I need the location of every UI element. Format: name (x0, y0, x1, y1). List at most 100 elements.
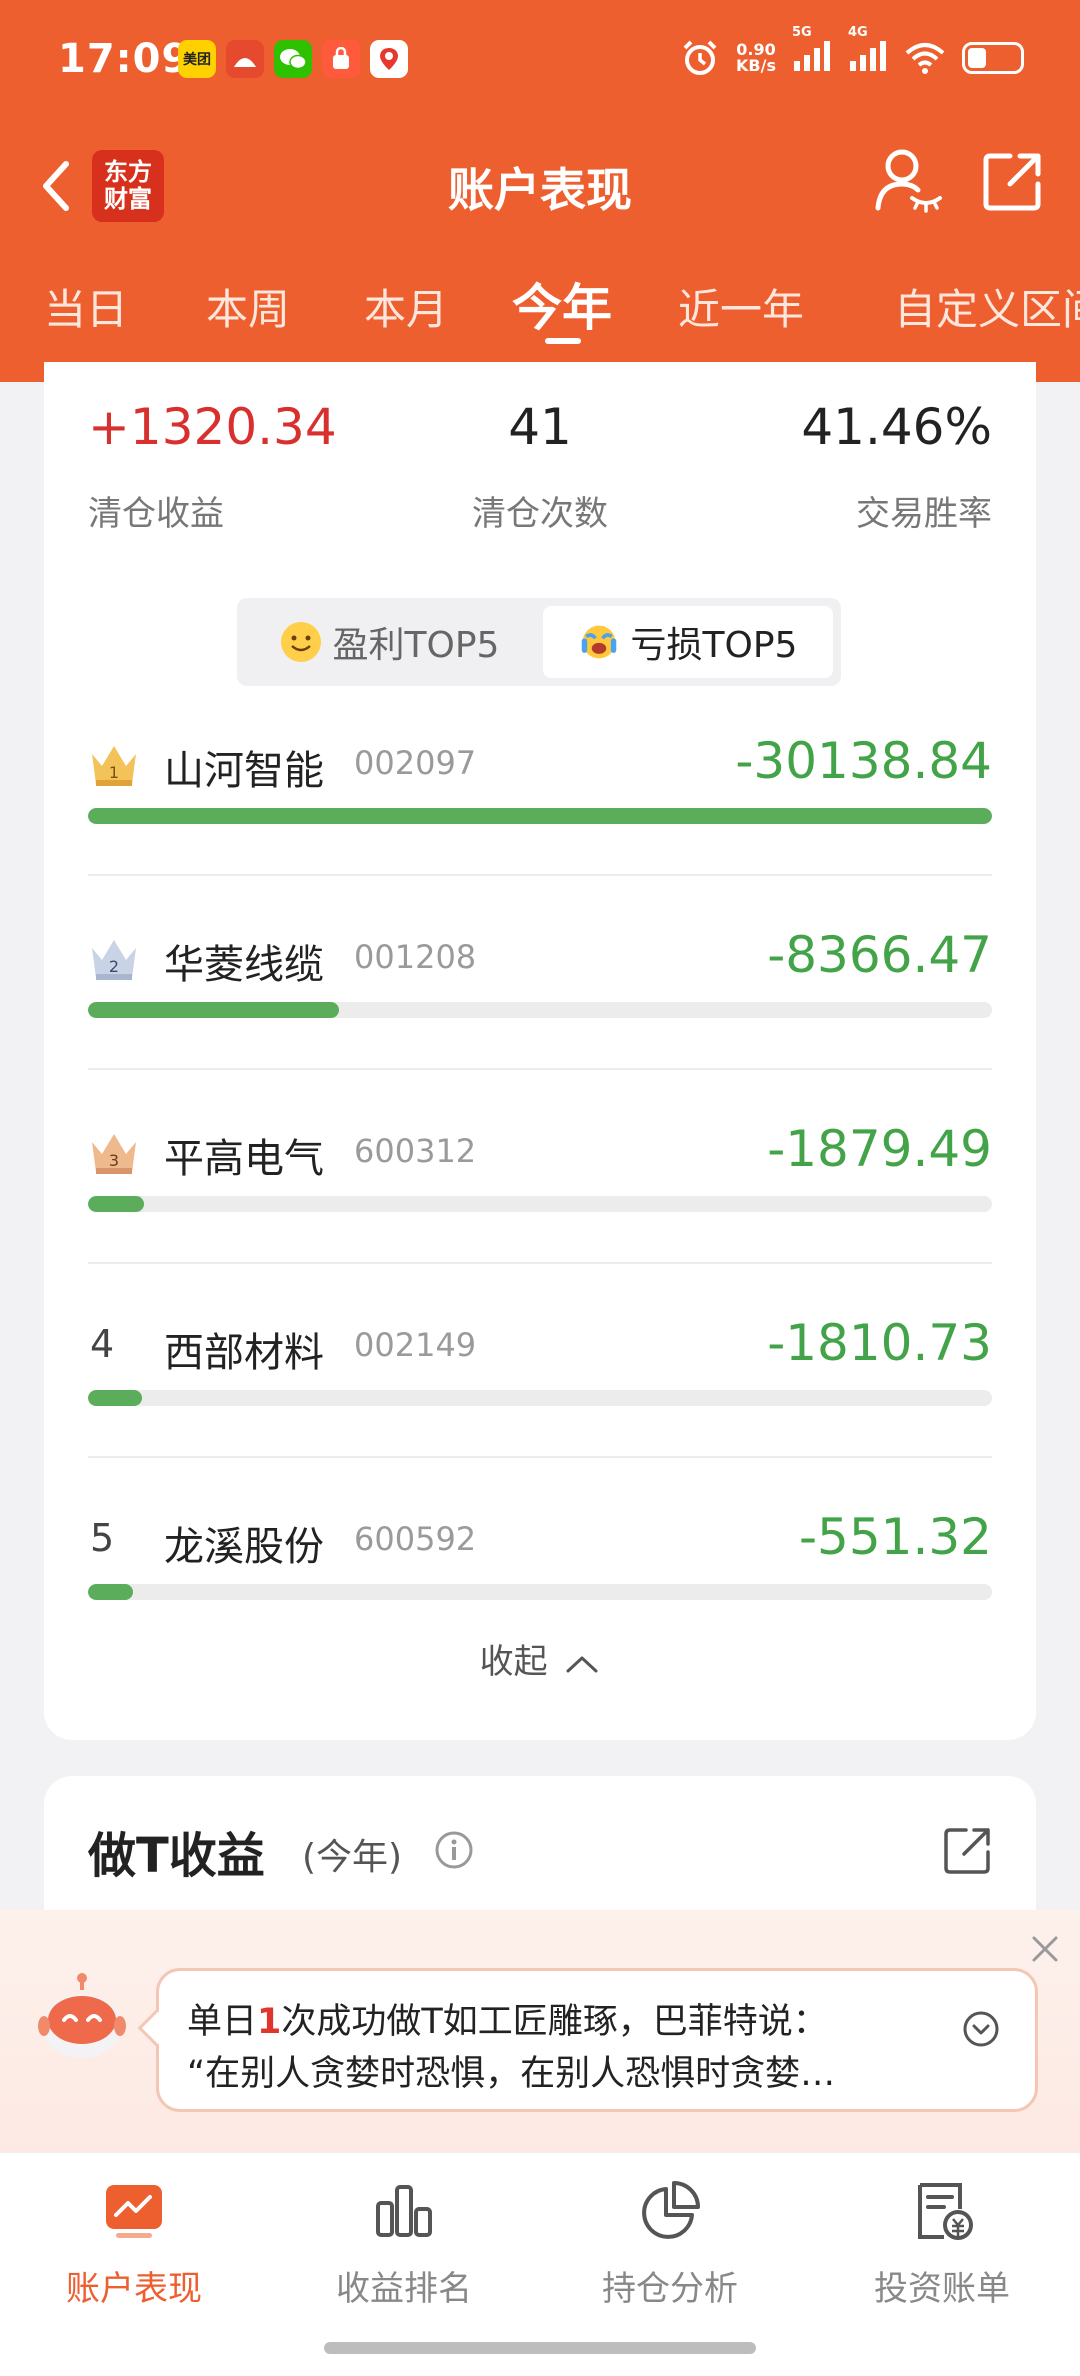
status-app-icons: 美团 (178, 40, 408, 78)
stock-name: 山河智能 (164, 748, 324, 794)
win-rate-value: 41.46% (801, 398, 992, 456)
divider (88, 1262, 992, 1264)
share-icon[interactable] (980, 148, 1046, 214)
share-icon[interactable] (942, 1824, 994, 1876)
loss-bar-track (88, 1584, 992, 1600)
ai-assistant-banner: 单日1次成功做T如工匠雕琢，巴菲特说： “在别人贪婪时恐惧，在别人恐惧时贪婪… (0, 1910, 1080, 2152)
app-notification-icon (226, 40, 264, 78)
rank-number: 5 (90, 1516, 115, 1560)
alarm-icon (683, 40, 717, 75)
rank-number: 4 (90, 1322, 115, 1366)
gold-crown-icon: 1 (92, 746, 136, 786)
tab-custom-range[interactable]: 自定义区间 (894, 276, 1080, 337)
loss-top5-label: 亏损TOP5 (630, 625, 798, 666)
robot-avatar-icon[interactable] (36, 1970, 128, 2062)
stock-code: 600312 (354, 1132, 477, 1170)
status-indicators: 0.90 KB/s 5G 4G (680, 25, 1024, 78)
stock-name: 平高电气 (164, 1136, 324, 1182)
stock-name: 华菱线缆 (164, 942, 324, 988)
period-tabs: 当日 本周 本月 今年 近一年 自定义区间 (0, 262, 1080, 362)
loss-bar-fill (88, 1002, 340, 1018)
win-rate-stat: 41.46% 交易胜率 (801, 398, 992, 535)
expand-circle-icon[interactable] (961, 2009, 1001, 2049)
shopping-app-icon (322, 40, 360, 78)
stock-name: 西部材料 (164, 1330, 324, 1376)
map-app-icon (370, 40, 408, 78)
bronze-crown-icon: 3 (92, 1134, 136, 1174)
bubble-tail (137, 2009, 175, 2047)
bill-icon (918, 2183, 973, 2240)
network-speed: 0.90 KB/s (736, 42, 776, 74)
list-item[interactable]: 4 西部材料 002149 -1810.73 (88, 1306, 992, 1500)
clearance-summary-card: +1320.34 清仓收益 41 清仓次数 41.46% 交易胜率 盈利TOP5… (44, 362, 1036, 1740)
stock-code: 001208 (354, 938, 477, 976)
loss-bar-track (88, 1390, 992, 1406)
silver-crown-icon: 2 (92, 940, 136, 980)
loss-value: -1810.73 (767, 1314, 992, 1372)
loss-bar-fill (88, 1584, 134, 1600)
loss-bar-fill (88, 1390, 143, 1406)
network-speed-unit: KB/s (736, 56, 776, 75)
msg-part: 次成功做T如工匠雕琢，巴菲特说： (281, 2002, 828, 2042)
tab-last-year[interactable]: 近一年 (678, 276, 804, 337)
assistant-message-bubble[interactable]: 单日1次成功做T如工匠雕琢，巴菲特说： “在别人贪婪时恐惧，在别人恐惧时贪婪… (137, 1968, 1038, 2112)
profit-top5-option[interactable]: 盈利TOP5 (245, 606, 535, 678)
list-item[interactable]: 3 平高电气 600312 -1879.49 (88, 1112, 992, 1306)
nav-profit-ranking[interactable]: 收益排名 (304, 2179, 504, 2310)
wechat-icon (274, 40, 312, 78)
assistant-message-line2: “在别人贪婪时恐惧，在别人恐惧时贪婪… (187, 2054, 836, 2094)
crying-emoji-icon (579, 622, 619, 662)
tab-this-month[interactable]: 本月 (364, 276, 448, 337)
status-time: 17:09 (58, 36, 191, 82)
nav-position-analysis[interactable]: 持仓分析 (570, 2179, 770, 2310)
signal-5g: 5G (792, 25, 832, 77)
signal-bars-icon (850, 41, 886, 71)
nav-investment-bill[interactable]: 投资账单 (842, 2179, 1042, 2310)
home-indicator[interactable] (324, 2342, 756, 2354)
loss-value: -30138.84 (735, 732, 992, 790)
tab-today[interactable]: 当日 (44, 276, 128, 337)
svg-text:3: 3 (109, 1151, 119, 1170)
loss-bar-fill (88, 1196, 145, 1212)
loss-bar-track (88, 808, 992, 824)
active-tab-indicator (545, 338, 581, 344)
list-item[interactable]: 2 华菱线缆 001208 -8366.47 (88, 918, 992, 1112)
hide-amount-user-icon[interactable] (872, 144, 944, 216)
stock-code: 600592 (354, 1520, 477, 1558)
collapse-label: 收起 (479, 1642, 548, 1682)
divider (88, 1456, 992, 1458)
nav-label: 收益排名 (336, 2269, 472, 2309)
loss-value: -8366.47 (767, 926, 992, 984)
t-profit-period: (今年) (302, 1837, 403, 1878)
collapse-button[interactable]: 收起 (44, 1634, 1036, 1683)
stock-name: 龙溪股份 (164, 1524, 324, 1570)
battery-icon (962, 42, 1024, 74)
loss-value: -551.32 (799, 1508, 992, 1566)
info-icon[interactable] (434, 1830, 474, 1870)
tab-this-week[interactable]: 本周 (206, 276, 290, 337)
smile-emoji-icon (280, 622, 321, 662)
chevron-up-icon (566, 1656, 598, 1672)
list-item[interactable]: 1 山河智能 002097 -30138.84 (88, 724, 992, 918)
signal-4g: 4G (848, 25, 888, 77)
divider (88, 874, 992, 876)
close-icon[interactable] (1030, 1934, 1060, 1964)
loss-bar-fill (88, 808, 992, 824)
loss-top5-option[interactable]: 亏损TOP5 (543, 606, 833, 678)
loss-value: -1879.49 (767, 1120, 992, 1178)
stock-code: 002097 (354, 744, 477, 782)
signal-bars-icon (794, 41, 830, 71)
wifi-icon (905, 43, 945, 74)
signal-5g-label: 5G (792, 25, 812, 40)
meituan-app-icon: 美团 (178, 40, 216, 78)
divider (88, 1068, 992, 1070)
nav-account-performance[interactable]: 账户表现 (34, 2179, 234, 2310)
bar-ranking-icon (376, 2185, 432, 2237)
msg-part: 单日 (187, 2002, 258, 2042)
tab-this-year[interactable]: 今年 (512, 268, 612, 340)
profit-top5-label: 盈利TOP5 (332, 625, 500, 666)
app-header: 17:09 美团 0.90 KB/s 5G 4G 东方 财富 账户表现 当日 本… (0, 0, 1080, 382)
nav-label: 账户表现 (66, 2269, 202, 2309)
svg-text:1: 1 (109, 763, 119, 782)
loss-bar-track (88, 1196, 992, 1212)
